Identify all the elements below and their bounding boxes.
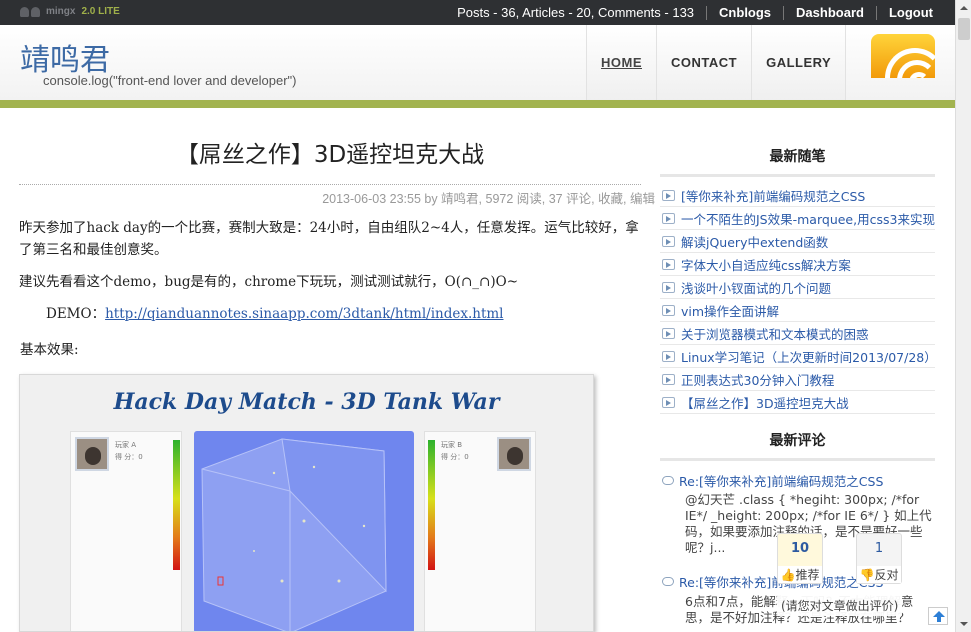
post-title-divider: [19, 184, 641, 185]
recommend-text: 推荐: [795, 568, 820, 582]
list-item[interactable]: 解读jQuery中extend函数: [660, 230, 935, 253]
mingx-logo-icon: [20, 6, 40, 17]
game-arena: [194, 431, 414, 631]
list-item[interactable]: 字体大小自适应纯css解决方案: [660, 253, 935, 276]
evaluation-tip: (请您对文章做出评价): [777, 595, 903, 616]
comment-bubble-icon: [662, 577, 674, 586]
list-item[interactable]: [等你来补充]前端编码规范之CSS: [660, 184, 935, 207]
top-nav: Posts - 36, Articles - 20, Comments - 13…: [445, 0, 945, 25]
post-link[interactable]: vim操作全面讲解: [681, 301, 779, 320]
oppose-label: 👎反对: [857, 566, 901, 583]
main-nav: HOME CONTACT GALLERY: [586, 25, 847, 101]
site-header: 靖鸣君 console.log("front-end lover and dev…: [0, 25, 955, 101]
comment-title-link[interactable]: Re:[等你来补充]前端编码规范之CSS: [679, 471, 883, 490]
arrow-icon: [662, 258, 675, 270]
page-scrollbar[interactable]: [955, 0, 971, 632]
scroll-down-arrow-icon[interactable]: [956, 616, 971, 632]
comment-title[interactable]: Re:[等你来补充]前端编码规范之CSS: [662, 471, 883, 490]
player-name: 玩家 B: [441, 441, 463, 449]
post-link[interactable]: 正则表达式30分钟入门教程: [681, 370, 834, 389]
thumb-down-icon: 👎: [859, 568, 875, 582]
comment-title[interactable]: Re:[等你来补充]前端编码规范之CSS: [662, 572, 883, 591]
top-bar: mingx 2.0 LITE Posts - 36, Articles - 20…: [0, 0, 955, 25]
demo-line: DEMO：http://qianduannotes.sinaapp.com/3d…: [46, 303, 646, 325]
list-item[interactable]: 浅谈叶小钗面试的几个问题: [660, 276, 935, 299]
list-item[interactable]: 正则表达式30分钟入门教程: [660, 368, 935, 391]
player-avatar: [75, 437, 109, 471]
health-bar: [428, 440, 435, 570]
post-link[interactable]: 【屌丝之作】3D遥控坦克大战: [681, 393, 849, 412]
arrow-icon: [662, 281, 675, 293]
player-score: 得 分：0: [115, 453, 143, 461]
post-link[interactable]: 浅谈叶小钗面试的几个问题: [681, 278, 831, 297]
oppose-text: 反对: [874, 568, 899, 582]
arrow-icon: [662, 235, 675, 247]
thumb-up-icon: 👍: [780, 568, 796, 582]
arrow-icon: [662, 350, 675, 362]
player-name: 玩家 A: [115, 441, 137, 449]
brand-name: mingx: [46, 6, 76, 17]
nav-gallery-label: GALLERY: [766, 55, 832, 70]
recommend-label: 👍推荐: [778, 566, 822, 583]
oppose-count: 1: [874, 541, 884, 556]
comment-bubble-icon: [662, 476, 674, 485]
recent-posts-heading: 最新随笔: [660, 146, 935, 177]
back-to-top-icon[interactable]: [928, 607, 948, 625]
nav-gallery[interactable]: GALLERY: [752, 25, 847, 101]
post-link[interactable]: 一个不陌生的JS效果-marquee,用css3来实现: [681, 209, 935, 228]
brand-version: 2.0 LITE: [81, 6, 120, 17]
post-title[interactable]: 【屌丝之作】3D遥控坦克大战: [0, 135, 660, 169]
list-item[interactable]: 关于浏览器模式和文本模式的困惑: [660, 322, 935, 345]
brand: mingx 2.0 LITE: [20, 6, 120, 17]
cnblogs-link[interactable]: Cnblogs: [706, 5, 783, 20]
list-item[interactable]: vim操作全面讲解: [660, 299, 935, 322]
list-item[interactable]: 【屌丝之作】3D遥控坦克大战: [660, 391, 935, 414]
post-meta: 2013-06-03 23:55 by 靖鸣君, 5972 阅读, 37 评论,…: [322, 192, 655, 206]
post-link[interactable]: Linux学习笔记（上次更新时间2013/07/28）: [681, 347, 935, 366]
scroll-up-arrow-icon[interactable]: [956, 0, 971, 16]
logout-link[interactable]: Logout: [875, 5, 945, 20]
site-subtitle: console.log("front-end lover and develop…: [43, 73, 297, 88]
player-avatar: [497, 437, 531, 471]
blog-stats: Posts - 36, Articles - 20, Comments - 13…: [457, 5, 695, 20]
arena-cube: [201, 438, 387, 631]
post-paragraph: 基本效果:: [20, 342, 79, 358]
post-link[interactable]: 字体大小自适应纯css解决方案: [681, 255, 851, 274]
player-score: 得 分：0: [441, 453, 469, 461]
game-title: Hack Day Match - 3D Tank War: [113, 389, 500, 415]
arrow-icon: [662, 396, 675, 408]
recommend-count: 10: [790, 541, 810, 556]
post-paragraph: 建议先看看这个demo，bug是有的，chrome下玩玩，测试测试就行，O(∩_…: [19, 274, 519, 290]
recent-posts-list: [等你来补充]前端编码规范之CSS 一个不陌生的JS效果-marquee,用cs…: [660, 184, 935, 414]
recent-comments-heading: 最新评论: [660, 430, 935, 461]
demo-link[interactable]: http://qianduannotes.sinaapp.com/3dtank/…: [105, 306, 503, 322]
player-card-right: 玩家 B 得 分：0: [424, 431, 536, 631]
arrow-icon: [662, 304, 675, 316]
demo-label: DEMO：: [46, 306, 106, 322]
list-item[interactable]: Linux学习笔记（上次更新时间2013/07/28）: [660, 345, 935, 368]
player-card-left: 玩家 A 得 分：0: [70, 431, 182, 631]
post-link[interactable]: 关于浏览器模式和文本模式的困惑: [681, 324, 869, 343]
rss-feed-icon[interactable]: [871, 34, 935, 78]
arrow-icon: [662, 212, 675, 224]
post-link[interactable]: [等你来补充]前端编码规范之CSS: [681, 186, 865, 205]
recommend-button[interactable]: 10 👍推荐: [777, 533, 823, 584]
header-divider: [0, 100, 955, 108]
post-link[interactable]: 解读jQuery中extend函数: [681, 232, 828, 251]
nav-home-label: HOME: [601, 55, 642, 70]
post-paragraph: 昨天参加了hack day的一个比赛，赛制大致是：24小时，自由组队2~4人，任…: [19, 220, 639, 258]
list-item[interactable]: 一个不陌生的JS效果-marquee,用css3来实现: [660, 207, 935, 230]
arrow-icon: [662, 189, 675, 201]
nav-contact[interactable]: CONTACT: [657, 25, 753, 101]
nav-home[interactable]: HOME: [586, 25, 657, 101]
game-screenshot: Hack Day Match - 3D Tank War 玩家 A 得 分：0 …: [19, 374, 594, 632]
arrow-icon: [662, 327, 675, 339]
arrow-icon: [662, 373, 675, 385]
oppose-button[interactable]: 1 👎反对: [856, 533, 902, 584]
dashboard-link[interactable]: Dashboard: [783, 5, 876, 20]
health-bar: [173, 440, 180, 570]
nav-contact-label: CONTACT: [671, 55, 738, 70]
scroll-thumb[interactable]: [958, 18, 970, 40]
